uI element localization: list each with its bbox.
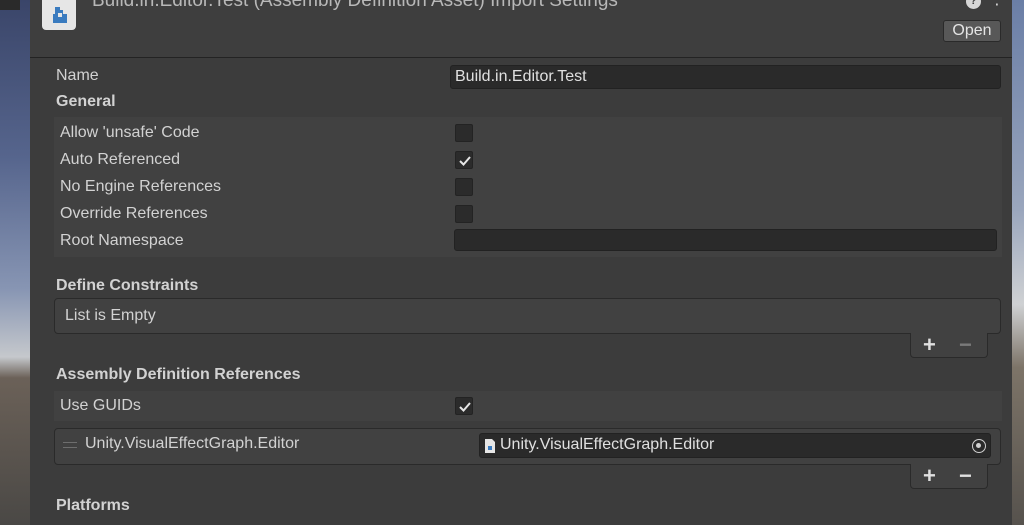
use-guids-row — [54, 391, 1002, 421]
override-references-label: Override References — [60, 205, 208, 222]
header-title: Build.in.Editor.Test (Assembly Definitio… — [92, 0, 618, 11]
auto-referenced-label: Auto Referenced — [60, 151, 181, 168]
general-section-title: General — [56, 93, 116, 110]
define-constraints-title: Define Constraints — [56, 277, 199, 294]
assembly-references-footer: + − — [910, 464, 988, 489]
allow-unsafe-checkbox[interactable] — [455, 124, 473, 142]
help-icon[interactable]: ? — [966, 0, 981, 9]
checkmark-icon — [459, 402, 471, 412]
remove-reference-icon[interactable]: − — [959, 465, 972, 487]
remove-constraint-icon[interactable]: − — [959, 334, 972, 356]
add-reference-icon[interactable]: + — [923, 465, 936, 487]
add-constraint-icon[interactable]: + — [923, 334, 936, 356]
file-icon — [485, 439, 495, 453]
auto-referenced-checkbox[interactable] — [455, 151, 473, 169]
override-references-checkbox[interactable] — [455, 205, 473, 223]
use-guids-label: Use GUIDs — [60, 397, 141, 414]
root-namespace-label: Root Namespace — [60, 232, 184, 249]
kebab-menu-icon[interactable]: ⋮ — [989, 0, 1005, 8]
inspector-header: Build.in.Editor.Test (Assembly Definitio… — [30, 0, 1012, 58]
reference-object-field[interactable]: Unity.VisualEffectGraph.Editor — [479, 433, 991, 458]
define-constraints-footer: + − — [910, 333, 988, 358]
scene-background-left — [0, 0, 30, 525]
use-guids-checkbox[interactable] — [455, 397, 473, 415]
list-empty-text: List is Empty — [65, 307, 156, 324]
assembly-references-list: Unity.VisualEffectGraph.Editor Unity.Vis… — [54, 428, 1001, 465]
drag-handle-icon[interactable] — [63, 442, 77, 448]
no-engine-references-label: No Engine References — [60, 178, 221, 195]
no-engine-references-checkbox[interactable] — [455, 178, 473, 196]
platforms-title: Platforms — [56, 497, 130, 514]
reference-object-text: Unity.VisualEffectGraph.Editor — [500, 436, 715, 453]
open-button[interactable]: Open — [943, 20, 1001, 42]
assembly-references-title: Assembly Definition References — [56, 366, 301, 383]
name-field[interactable]: Build.in.Editor.Test — [450, 65, 1001, 89]
root-namespace-field[interactable] — [454, 229, 997, 251]
scene-tab-edge — [0, 0, 20, 10]
object-picker-icon[interactable] — [972, 439, 986, 453]
assembly-definition-icon — [42, 0, 76, 30]
scene-background-right — [1012, 0, 1024, 525]
name-label: Name — [56, 67, 99, 84]
allow-unsafe-label: Allow 'unsafe' Code — [60, 124, 200, 141]
checkmark-icon — [459, 156, 471, 166]
inspector-panel: Build.in.Editor.Test (Assembly Definitio… — [30, 0, 1012, 525]
reference-item-label: Unity.VisualEffectGraph.Editor — [85, 435, 300, 452]
define-constraints-list: List is Empty — [54, 298, 1001, 334]
